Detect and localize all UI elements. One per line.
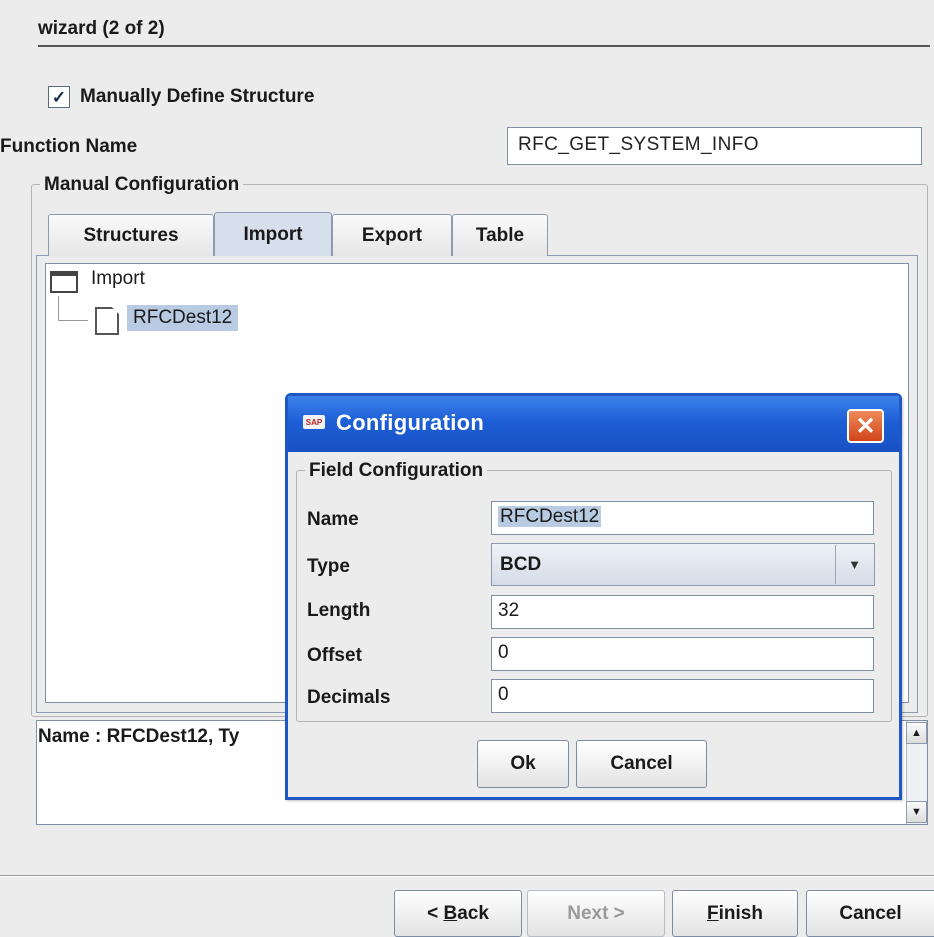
document-icon <box>95 307 119 335</box>
manual-define-checkbox[interactable]: ✓ <box>48 86 70 108</box>
dialog-cancel-button[interactable]: Cancel <box>576 740 707 788</box>
wizard-title: wizard (2 of 2) <box>38 18 165 39</box>
type-label: Type <box>307 556 350 577</box>
dialog-title: Configuration <box>336 410 485 435</box>
tree-item-rfcdest12[interactable]: RFCDest12 <box>127 305 239 331</box>
function-name-input[interactable]: RFC_GET_SYSTEM_INFO <box>507 127 922 165</box>
name-field[interactable]: RFCDest12 <box>491 501 874 535</box>
sap-icon: SAP <box>303 415 325 429</box>
name-field-value: RFCDest12 <box>498 506 602 527</box>
tab-structures[interactable]: Structures <box>48 214 214 256</box>
wizard-cancel-button[interactable]: Cancel <box>806 890 934 937</box>
offset-field[interactable]: 0 <box>491 637 874 671</box>
manual-configuration-label: Manual Configuration <box>40 174 244 196</box>
chevron-down-icon[interactable]: ▼ <box>835 545 873 584</box>
type-select[interactable]: BCD <box>491 543 875 586</box>
tree-root-import[interactable]: Import <box>91 268 145 290</box>
tree-connector <box>58 296 59 320</box>
decimals-field[interactable]: 0 <box>491 679 874 713</box>
tree-connector <box>58 320 88 321</box>
next-button[interactable]: Next > <box>527 890 665 937</box>
back-button[interactable]: < Back <box>394 890 522 937</box>
back-button-rest: ack <box>457 902 489 924</box>
status-text: Name : RFCDest12, Ty <box>38 726 240 747</box>
scroll-down-icon[interactable]: ▼ <box>906 801 927 823</box>
function-name-label: Function Name <box>0 136 138 157</box>
field-configuration-label: Field Configuration <box>305 460 488 482</box>
finish-button[interactable]: Finish <box>672 890 798 937</box>
scroll-up-icon[interactable]: ▲ <box>906 722 927 744</box>
finish-button-rest: inish <box>718 902 763 924</box>
offset-label: Offset <box>307 645 362 666</box>
ok-button[interactable]: Ok <box>477 740 569 788</box>
length-field[interactable]: 32 <box>491 595 874 629</box>
manual-define-label: Manually Define Structure <box>80 86 315 107</box>
tab-import[interactable]: Import <box>214 212 332 256</box>
title-divider <box>38 45 930 47</box>
tab-export[interactable]: Export <box>332 214 452 256</box>
close-icon[interactable]: ✕ <box>847 409 884 443</box>
footer-divider-highlight <box>0 876 934 877</box>
manual-define-checkbox-row[interactable]: ✓ Manually Define Structure <box>48 86 314 108</box>
decimals-label: Decimals <box>307 687 391 708</box>
length-label: Length <box>307 600 371 621</box>
tab-table[interactable]: Table <box>452 214 548 256</box>
finish-button-mnemonic: F <box>707 902 719 924</box>
folder-icon <box>50 271 78 293</box>
back-button-mnemonic: B <box>443 902 458 924</box>
name-label: Name <box>307 509 359 530</box>
back-button-prefix: < <box>427 902 444 924</box>
